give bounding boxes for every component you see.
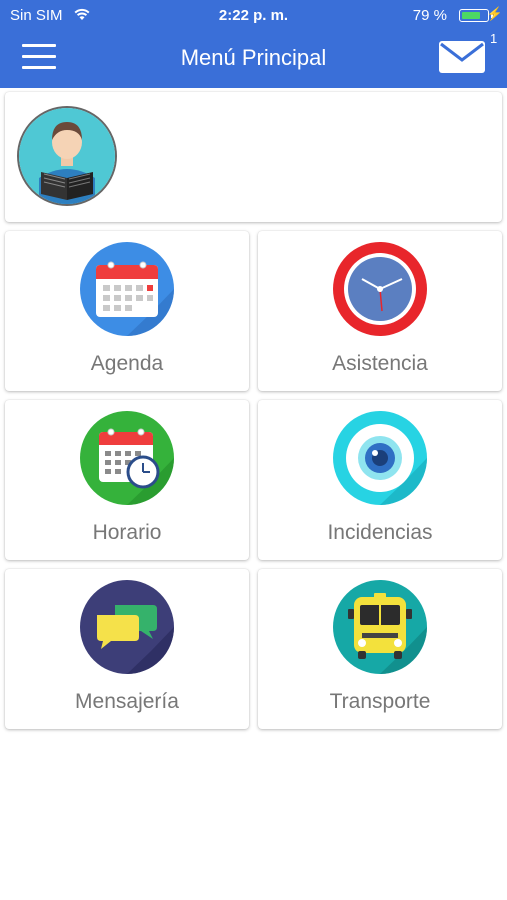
mail-icon[interactable] [438, 40, 486, 74]
menu-tile-mensajeria[interactable]: Mensajería [5, 569, 249, 729]
tile-label: Mensajería [75, 690, 179, 713]
tile-label: Asistencia [332, 352, 428, 375]
chat-icon [80, 580, 174, 674]
avatar [17, 106, 117, 206]
tile-label: Horario [92, 521, 162, 544]
schedule-icon [80, 411, 174, 505]
tile-label: Incidencias [327, 521, 433, 544]
battery-percent: 79 % [412, 7, 447, 24]
profile-card[interactable] [5, 92, 502, 222]
clock-icon [333, 242, 427, 336]
menu-tile-incidencias[interactable]: Incidencias [258, 400, 502, 560]
battery-level [462, 12, 481, 19]
battery-icon [459, 9, 489, 22]
eye-icon [333, 411, 427, 505]
bus-icon [333, 580, 427, 674]
menu-tile-horario[interactable]: Horario [5, 400, 249, 560]
charging-icon: ⚡ [486, 6, 503, 21]
student-reading-icon [19, 108, 115, 204]
page-title: Menú Principal [180, 45, 327, 70]
calendar-icon [80, 242, 174, 336]
tile-label: Transporte [329, 690, 431, 713]
menu-tile-asistencia[interactable]: Asistencia [258, 231, 502, 391]
status-bar: Sin SIM 2:22 p. m. 79 % ⚡ [0, 0, 507, 30]
mail-badge: 1 [490, 31, 498, 46]
menu-tile-agenda[interactable]: Agenda [5, 231, 249, 391]
menu-tile-transporte[interactable]: Transporte [258, 569, 502, 729]
tile-label: Agenda [90, 352, 164, 375]
app-header: Sin SIM 2:22 p. m. 79 % ⚡ Menú Principal… [0, 0, 507, 88]
